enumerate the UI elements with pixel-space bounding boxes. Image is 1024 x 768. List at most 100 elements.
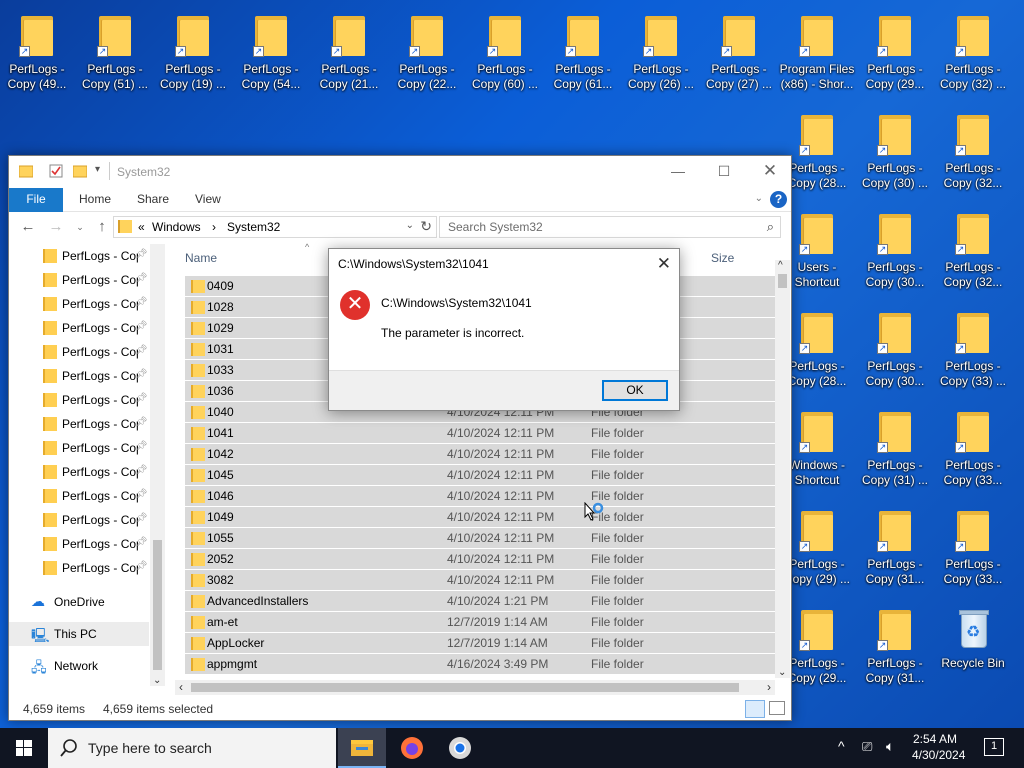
clock-date[interactable]: 4/30/2024 [912,748,965,768]
file-row[interactable]: 1046 4/10/2024 12:11 PM File folder [185,486,775,507]
help-icon[interactable]: ? [770,191,787,208]
file-row[interactable]: 1041 4/10/2024 12:11 PM File folder [185,423,775,444]
desktop-icon[interactable]: ↗ PerfLogs - Copy (26) ... [623,6,699,102]
desktop-icon[interactable]: ↗ PerfLogs - Copy (33) ... [935,303,1011,399]
back-arrow-icon[interactable]: ← [19,218,37,236]
nav-item-perflogs[interactable]: PerfLogs - Copy📌︎ [9,316,149,340]
file-row[interactable]: am-et 12/7/2019 1:14 AM File folder [185,612,775,633]
network-icon[interactable]: ⎚ [862,739,872,768]
show-hidden-icons[interactable]: ^ [838,738,845,768]
tab-file[interactable]: File [9,188,63,212]
breadcrumb-system32[interactable]: System32 [227,220,280,234]
up-arrow-icon[interactable]: ↑ [93,218,111,236]
desktop-icon[interactable]: ↗ PerfLogs - Copy (29... [857,6,933,102]
nav-item-perflogs[interactable]: PerfLogs - Copy📌︎ [9,244,149,268]
desktop-icon[interactable]: ↗ PerfLogs - Copy (60) ... [467,6,543,102]
forward-arrow-icon[interactable]: → [47,218,65,236]
refresh-icon[interactable]: ↻ [420,218,432,235]
title-bar[interactable]: ▾ System32 — ☐ ✕ [9,156,791,188]
search-box[interactable]: Search System32 ⌕ [439,216,781,238]
recent-locations-icon[interactable]: ⌄ [71,218,89,236]
nav-item-perflogs[interactable]: PerfLogs - Copy📌︎ [9,556,149,580]
start-button[interactable] [0,728,48,768]
expand-ribbon-icon[interactable]: ⌄ [755,193,763,204]
details-view-icon[interactable] [745,700,765,718]
quick-access-dropdown-icon[interactable]: ▾ [95,164,109,178]
breadcrumb-windows[interactable]: Windows [152,220,201,234]
desktop-icon[interactable]: ↗ PerfLogs - Copy (32... [935,105,1011,201]
volume-icon[interactable]: 🔈︎ [886,738,894,768]
nav-item-perflogs[interactable]: PerfLogs - Copy📌︎ [9,292,149,316]
taskbar-chrome[interactable] [436,728,484,768]
scroll-down-icon[interactable]: ⌄ [778,667,786,678]
maximize-button[interactable]: ☐ [701,156,747,186]
taskbar-file-explorer[interactable] [338,728,386,768]
scroll-right-icon[interactable]: › [767,680,771,694]
desktop-icon[interactable]: ↗ PerfLogs - Copy (22... [389,6,465,102]
tab-share[interactable]: Share [123,188,183,212]
address-chevron[interactable]: « [138,220,145,234]
minimize-button[interactable]: — [655,156,701,186]
scroll-down-icon[interactable]: ⌄ [153,675,161,686]
nav-item-this-pc[interactable]: 🖳 This PC [9,622,149,646]
desktop-icon[interactable]: ↗ PerfLogs - Copy (61... [545,6,621,102]
desktop-icon[interactable]: ↗ PerfLogs - Copy (19) ... [155,6,231,102]
nav-item-perflogs[interactable]: PerfLogs - Copy📌︎ [9,412,149,436]
desktop-icon[interactable]: ↗ PerfLogs - Copy (33... [935,501,1011,597]
file-row[interactable]: 2052 4/10/2024 12:11 PM File folder [185,549,775,570]
scrollbar-thumb[interactable] [153,540,162,670]
nav-item-perflogs[interactable]: PerfLogs - Copy📌︎ [9,508,149,532]
ok-button[interactable]: OK [602,380,668,401]
desktop-icon[interactable]: ↗ PerfLogs - Copy (32) ... [935,6,1011,102]
address-bar[interactable]: « Windows › System32 ⌄ ↻ [113,216,437,238]
nav-item-perflogs[interactable]: PerfLogs - Copy📌︎ [9,532,149,556]
nav-item-perflogs[interactable]: PerfLogs - Copy📌︎ [9,436,149,460]
scroll-left-icon[interactable]: ‹ [179,680,183,694]
new-folder-icon[interactable] [72,164,88,178]
desktop-icon[interactable]: ↗ PerfLogs - Copy (31... [857,501,933,597]
desktop-icon[interactable]: ↗ PerfLogs - Copy (21... [311,6,387,102]
scrollbar-thumb[interactable] [778,274,787,288]
nav-item-onedrive[interactable]: ☁ OneDrive [9,590,149,614]
notification-icon[interactable]: 1 [984,738,1004,756]
scrollbar-thumb[interactable] [191,683,739,692]
close-button[interactable]: ✕ [747,156,793,186]
desktop-icon[interactable]: ↗ PerfLogs - Copy (33... [935,402,1011,498]
nav-item-perflogs[interactable]: PerfLogs - Copy📌︎ [9,460,149,484]
desktop-icon[interactable]: ↗ PerfLogs - Copy (32... [935,204,1011,300]
address-dropdown-icon[interactable]: ⌄ [406,220,414,231]
desktop-icon[interactable]: ↗ PerfLogs - Copy (31) ... [857,402,933,498]
file-row[interactable]: 1042 4/10/2024 12:11 PM File folder [185,444,775,465]
file-row[interactable]: 1055 4/10/2024 12:11 PM File folder [185,528,775,549]
dialog-close-button[interactable]: ✕ [657,254,671,274]
desktop-icon[interactable]: ↗ PerfLogs - Copy (27) ... [701,6,777,102]
nav-item-perflogs[interactable]: PerfLogs - Copy📌︎ [9,268,149,292]
desktop-icon[interactable]: ↗ PerfLogs - Copy (51) ... [77,6,153,102]
scroll-up-icon[interactable]: ^ [778,260,783,271]
tab-home[interactable]: Home [65,188,125,212]
file-list-scrollbar[interactable]: ^ ⌄ [775,260,790,678]
breadcrumb-separator[interactable]: › [212,220,216,234]
desktop-icon[interactable]: ↗ PerfLogs - Copy (31... [857,600,933,696]
nav-item-perflogs[interactable]: PerfLogs - Copy📌︎ [9,364,149,388]
desktop-icon[interactable]: ♻ Recycle Bin [935,600,1011,696]
file-row[interactable]: appmgmt 4/16/2024 3:49 PM File folder [185,654,775,675]
file-row[interactable]: AdvancedInstallers 4/10/2024 1:21 PM File … [185,591,775,612]
nav-item-perflogs[interactable]: PerfLogs - Copy📌︎ [9,484,149,508]
nav-item-network[interactable]: 🖧 Network [9,654,149,678]
file-row[interactable]: 3082 4/10/2024 12:11 PM File folder [185,570,775,591]
column-name[interactable]: Name [185,251,217,265]
desktop-icon[interactable]: ↗ PerfLogs - Copy (30... [857,204,933,300]
desktop-icon[interactable]: ↗ PerfLogs - Copy (30) ... [857,105,933,201]
nav-item-perflogs[interactable]: PerfLogs - Copy📌︎ [9,340,149,364]
desktop-icon[interactable]: ↗ Program Files (x86) - Shor... [779,6,855,102]
tab-view[interactable]: View [181,188,235,212]
properties-icon[interactable] [49,164,63,178]
desktop-icon[interactable]: ↗ PerfLogs - Copy (49... [0,6,75,102]
file-row[interactable]: 1045 4/10/2024 12:11 PM File folder [185,465,775,486]
nav-item-perflogs[interactable]: PerfLogs - Copy📌︎ [9,388,149,412]
large-icons-view-icon[interactable] [769,701,785,715]
file-row[interactable]: AppLocker 12/7/2019 1:14 AM File folder [185,633,775,654]
file-row[interactable]: 1049 4/10/2024 12:11 PM File folder [185,507,775,528]
taskbar-search-box[interactable]: Type here to search [48,728,336,768]
